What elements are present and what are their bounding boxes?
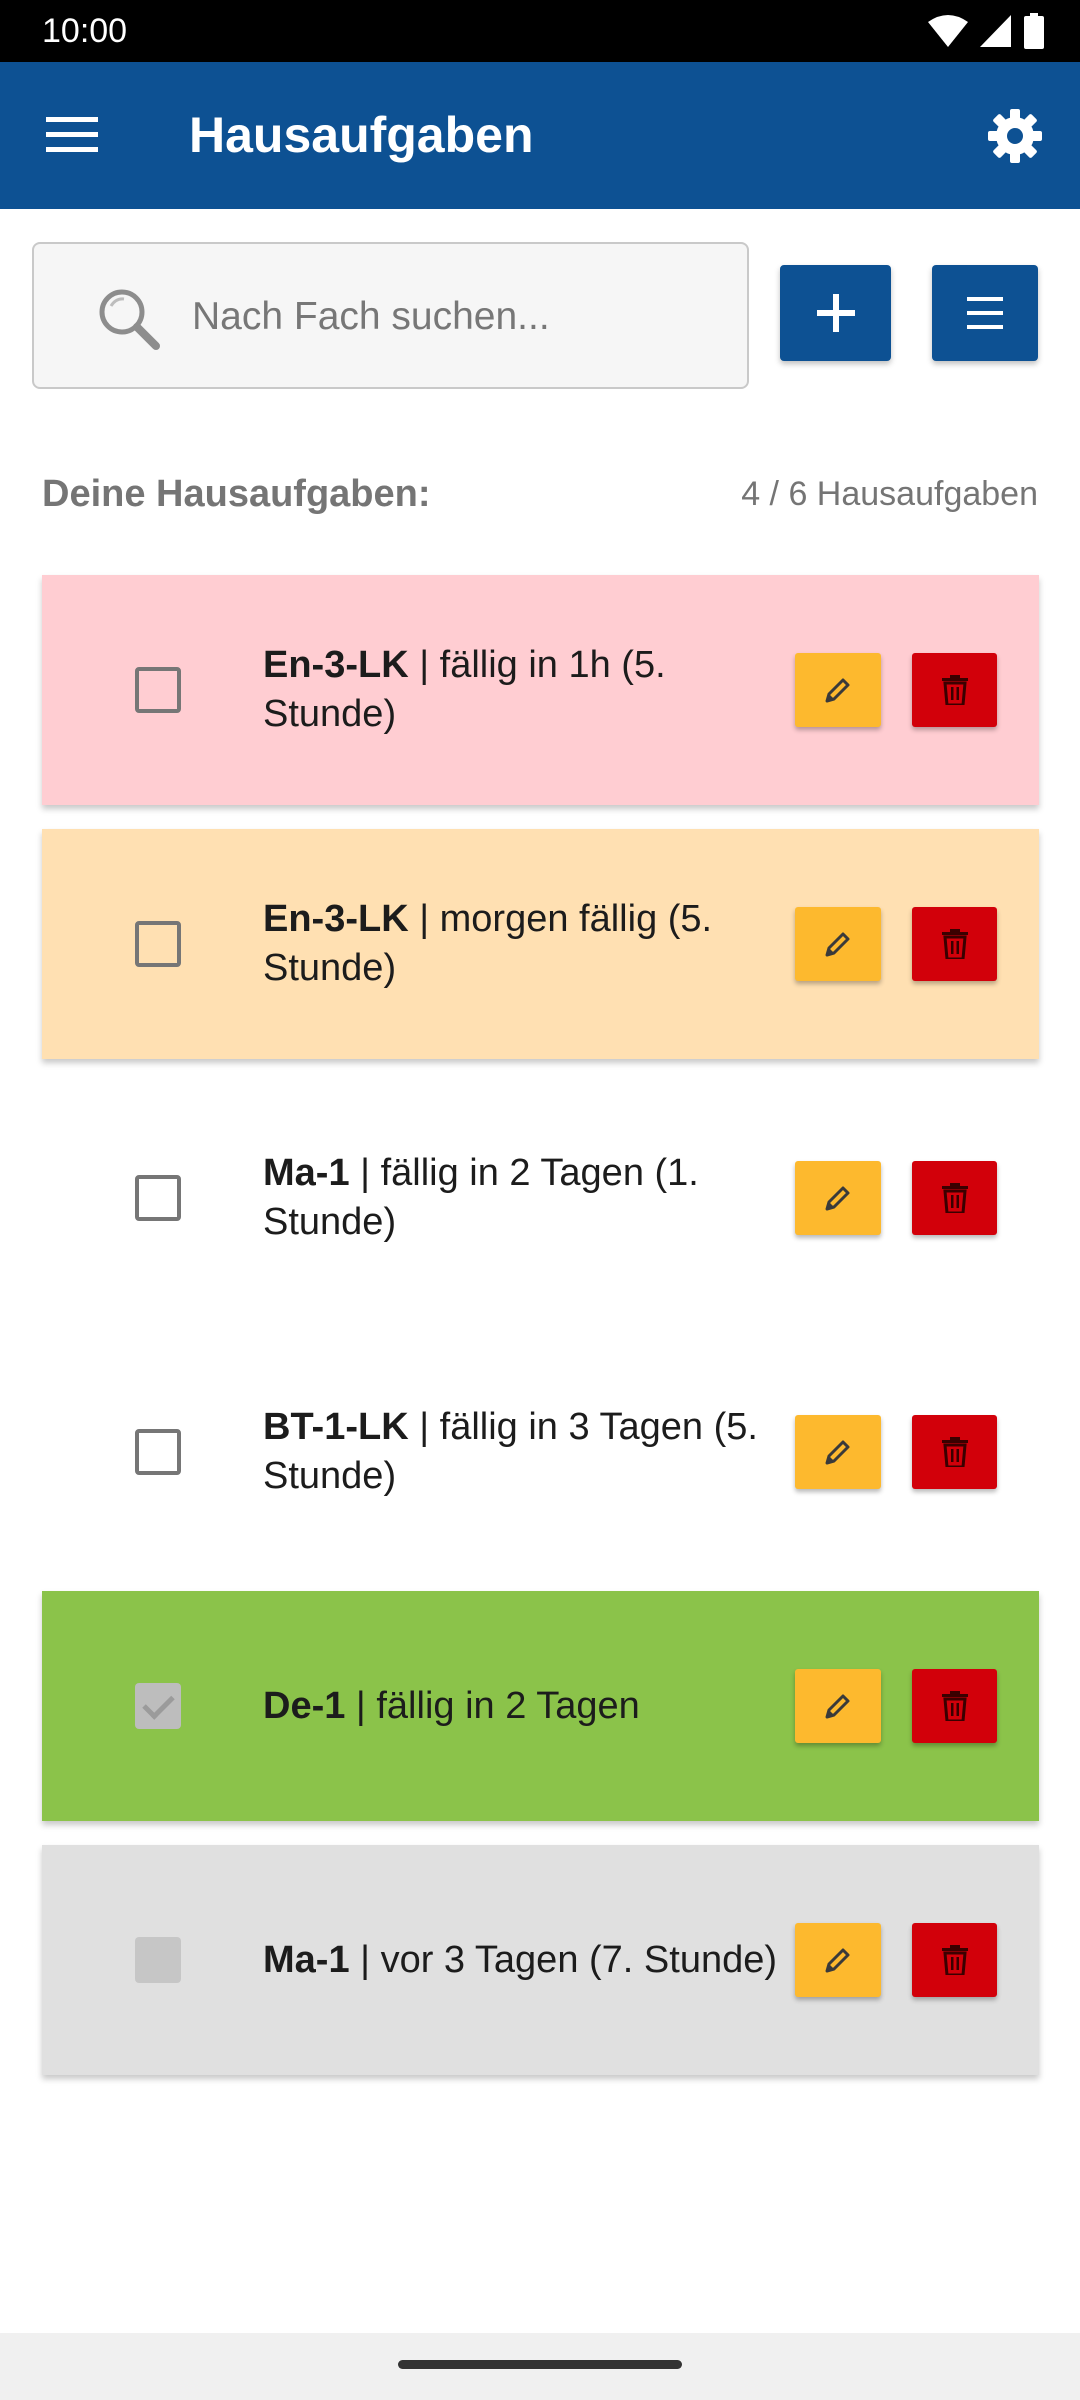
pencil-icon xyxy=(825,932,850,957)
list-icon xyxy=(967,297,1003,329)
trash-icon xyxy=(941,929,968,959)
homework-subject: BT-1-LK xyxy=(263,1406,409,1448)
pencil-icon xyxy=(825,1440,850,1465)
homework-text: BT-1-LK | fällig in 3 Tagen (5. Stunde) xyxy=(263,1337,803,1567)
homework-text: De-1 | fällig in 2 Tagen xyxy=(263,1591,803,1821)
pencil-icon xyxy=(825,678,850,703)
section-title: Deine Hausaufgaben: xyxy=(42,473,431,515)
homework-text: En-3-LK | fällig in 1h (5. Stunde) xyxy=(263,575,803,805)
homework-subject: En-3-LK xyxy=(263,898,409,940)
plus-icon xyxy=(816,294,855,332)
homework-count: 4 / 6 Hausaufgaben xyxy=(741,475,1038,513)
homework-due: | vor 3 Tagen (7. Stunde) xyxy=(349,1938,778,1981)
gear-icon xyxy=(988,109,1042,163)
home-gesture-handle[interactable] xyxy=(398,2360,682,2369)
navigation-bar xyxy=(0,2333,1080,2400)
delete-button[interactable] xyxy=(912,1669,997,1743)
homework-card: De-1 | fällig in 2 Tagen xyxy=(42,1591,1039,1821)
status-icons xyxy=(928,13,1044,49)
settings-button[interactable] xyxy=(980,105,1050,167)
homework-subject: En-3-LK xyxy=(263,644,409,686)
delete-button[interactable] xyxy=(912,653,997,727)
homework-checkbox[interactable] xyxy=(135,667,181,713)
edit-button[interactable] xyxy=(795,1161,881,1235)
add-homework-button[interactable] xyxy=(780,265,891,361)
edit-button[interactable] xyxy=(795,653,881,727)
pencil-icon xyxy=(825,1948,850,1973)
list-view-button[interactable] xyxy=(932,265,1038,361)
trash-icon xyxy=(941,675,968,705)
homework-card: Ma-1 | fällig in 2 Tagen (1. Stunde) xyxy=(42,1083,1039,1313)
search-icon xyxy=(99,289,160,350)
homework-card: Ma-1 | vor 3 Tagen (7. Stunde) xyxy=(42,1845,1039,2075)
edit-button[interactable] xyxy=(795,907,881,981)
app-bar: Hausaufgaben xyxy=(0,62,1080,209)
homework-text: Ma-1 | vor 3 Tagen (7. Stunde) xyxy=(263,1845,803,2075)
delete-button[interactable] xyxy=(912,1923,997,1997)
edit-button[interactable] xyxy=(795,1923,881,1997)
delete-button[interactable] xyxy=(912,907,997,981)
trash-icon xyxy=(941,1691,968,1721)
homework-text: Ma-1 | fällig in 2 Tagen (1. Stunde) xyxy=(263,1083,803,1313)
homework-list: En-3-LK | fällig in 1h (5. Stunde) En-3-… xyxy=(42,575,1039,2099)
cellular-signal-icon xyxy=(980,15,1011,47)
homework-subject: Ma-1 xyxy=(263,1152,350,1194)
wifi-icon xyxy=(928,15,968,47)
battery-icon xyxy=(1024,13,1044,49)
homework-checkbox[interactable] xyxy=(135,1175,181,1221)
homework-card: En-3-LK | morgen fällig (5. Stunde) xyxy=(42,829,1039,1059)
homework-card: BT-1-LK | fällig in 3 Tagen (5. Stunde) xyxy=(42,1337,1039,1567)
search-input[interactable] xyxy=(192,284,712,350)
homework-card: En-3-LK | fällig in 1h (5. Stunde) xyxy=(42,575,1039,805)
hamburger-menu-icon xyxy=(46,117,98,152)
edit-button[interactable] xyxy=(795,1669,881,1743)
trash-icon xyxy=(941,1945,968,1975)
homework-checkbox[interactable] xyxy=(135,921,181,967)
homework-checkbox[interactable] xyxy=(135,1937,181,1983)
delete-button[interactable] xyxy=(912,1161,997,1235)
homework-checkbox[interactable] xyxy=(135,1429,181,1475)
homework-due: | fällig in 2 Tagen xyxy=(345,1684,640,1727)
trash-icon xyxy=(941,1183,968,1213)
edit-button[interactable] xyxy=(795,1415,881,1489)
homework-checkbox[interactable] xyxy=(135,1683,181,1729)
menu-button[interactable] xyxy=(40,107,104,163)
pencil-icon xyxy=(825,1694,850,1719)
homework-text: En-3-LK | morgen fällig (5. Stunde) xyxy=(263,829,803,1059)
delete-button[interactable] xyxy=(912,1415,997,1489)
search-box[interactable] xyxy=(32,242,749,389)
status-bar: 10:00 xyxy=(0,0,1080,62)
app-title: Hausaufgaben xyxy=(189,107,534,163)
homework-subject: Ma-1 xyxy=(263,1938,350,1981)
status-time: 10:00 xyxy=(42,12,128,50)
homework-subject: De-1 xyxy=(263,1684,346,1727)
trash-icon xyxy=(941,1437,968,1467)
pencil-icon xyxy=(825,1186,850,1211)
